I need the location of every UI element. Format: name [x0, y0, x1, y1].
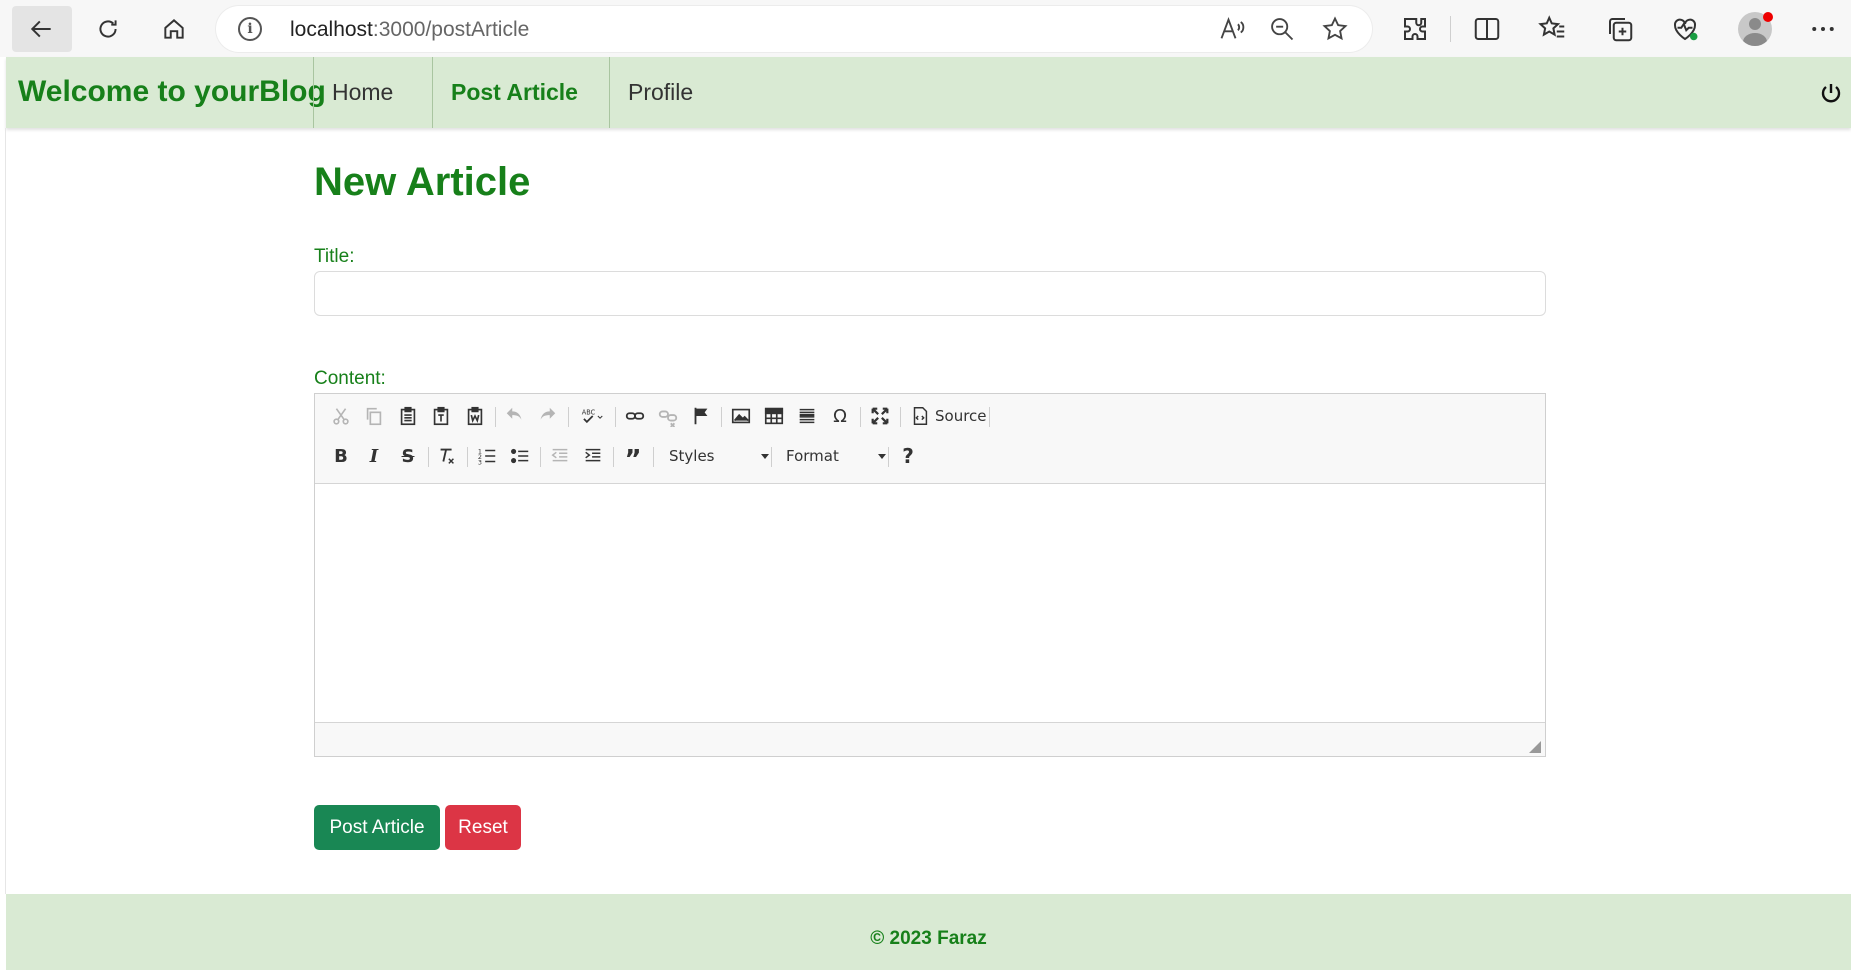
strikethrough-icon[interactable]: S — [395, 443, 421, 469]
bulleted-list-icon[interactable] — [507, 443, 533, 469]
toolbar-separator — [900, 407, 901, 427]
site-navbar: Welcome to yourBlog Home Post Article Pr… — [6, 57, 1851, 128]
reload-icon — [99, 20, 117, 38]
content-label: Content: — [314, 368, 386, 389]
notification-dot — [1763, 12, 1773, 22]
toolbar-separator — [615, 407, 616, 427]
home-button[interactable] — [144, 6, 204, 52]
decrease-indent-icon[interactable] — [547, 443, 573, 469]
horizontal-line-icon[interactable] — [794, 403, 820, 429]
nav-home[interactable]: Home — [313, 57, 433, 128]
toolbar-separator — [989, 407, 990, 427]
toolbar-separator — [771, 447, 772, 467]
chevron-down-icon — [761, 454, 769, 459]
browser-toolbar: i localhost:3000/postArticle — [0, 0, 1851, 57]
toolbar-separator — [653, 447, 654, 467]
toolbar-separator — [860, 407, 861, 427]
back-button[interactable] — [12, 6, 72, 52]
toolbar-separator — [888, 447, 889, 467]
zoom-out-icon[interactable] — [1268, 15, 1296, 43]
cut-icon[interactable] — [328, 403, 354, 429]
maximize-icon[interactable] — [867, 403, 893, 429]
undo-icon[interactable] — [502, 403, 528, 429]
address-bar[interactable]: i localhost:3000/postArticle — [216, 6, 1372, 52]
page-edge — [5, 128, 6, 894]
paste-word-icon[interactable] — [462, 403, 488, 429]
toolbar-separator — [467, 447, 468, 467]
increase-indent-icon[interactable] — [580, 443, 606, 469]
unlink-icon[interactable] — [655, 403, 681, 429]
extensions-icon[interactable] — [1400, 14, 1430, 44]
read-aloud-icon[interactable] — [1218, 15, 1246, 43]
toolbar-separator — [721, 407, 722, 427]
favorites-icon[interactable] — [1538, 14, 1568, 44]
redo-icon[interactable] — [534, 403, 560, 429]
paste-text-icon[interactable] — [428, 403, 454, 429]
site-footer: © 2023 Faraz — [6, 894, 1851, 970]
table-icon[interactable] — [761, 403, 787, 429]
site-brand[interactable]: Welcome to yourBlog — [18, 75, 326, 109]
toolbar-separator — [495, 407, 496, 427]
styles-label: Styles — [669, 447, 715, 465]
site-info-icon[interactable]: i — [238, 17, 262, 41]
browser-essentials-icon[interactable] — [1670, 14, 1700, 44]
nav-profile[interactable]: Profile — [609, 57, 759, 128]
svg-text:ABC: ABC — [582, 409, 596, 417]
help-icon[interactable]: ? — [895, 443, 921, 469]
nav-post-article[interactable]: Post Article — [432, 57, 610, 128]
favorite-star-icon[interactable] — [1321, 15, 1349, 43]
chevron-down-icon — [878, 454, 886, 459]
editor-toolbar-row-2: B I S 123 ” Styles Format ? — [315, 437, 1545, 475]
blockquote-icon[interactable]: ” — [620, 443, 646, 475]
post-article-button[interactable]: Post Article — [314, 805, 440, 850]
toolbar-divider — [1450, 16, 1451, 42]
svg-text:3: 3 — [478, 458, 482, 466]
logout-power-icon[interactable] — [1819, 81, 1843, 105]
italic-icon[interactable]: I — [361, 443, 387, 469]
link-icon[interactable] — [622, 403, 648, 429]
toolbar-separator — [428, 447, 429, 467]
title-label: Title: — [314, 246, 355, 267]
toolbar-separator — [568, 407, 569, 427]
collections-icon[interactable] — [1605, 14, 1635, 44]
source-icon[interactable] — [907, 403, 933, 429]
split-screen-icon[interactable] — [1472, 14, 1502, 44]
more-menu-icon[interactable] — [1808, 14, 1838, 44]
numbered-list-icon[interactable]: 123 — [474, 443, 500, 469]
format-label: Format — [786, 447, 839, 465]
url-text[interactable]: localhost:3000/postArticle — [290, 18, 529, 42]
format-dropdown[interactable]: Format — [786, 443, 886, 469]
title-input[interactable] — [314, 271, 1546, 316]
styles-dropdown[interactable]: Styles — [669, 443, 769, 469]
source-button[interactable]: Source — [935, 403, 987, 429]
reset-button[interactable]: Reset — [445, 805, 521, 850]
toolbar-separator — [540, 447, 541, 467]
reload-button[interactable] — [78, 6, 138, 52]
editor-content-area[interactable] — [315, 483, 1545, 723]
paste-icon[interactable] — [395, 403, 421, 429]
toolbar-separator — [613, 447, 614, 467]
editor-toolbar-row-1: ABC Ω Source — [315, 397, 1545, 433]
spellcheck-icon[interactable]: ABC — [575, 403, 609, 429]
image-icon[interactable] — [728, 403, 754, 429]
arrow-left-icon — [30, 20, 51, 38]
special-char-omega-icon[interactable]: Ω — [827, 403, 853, 429]
remove-format-icon[interactable] — [434, 443, 460, 469]
home-icon — [164, 19, 184, 39]
rich-text-editor: ABC Ω Source B I S 1 2 3 ” Styles Format… — [314, 393, 1546, 757]
copy-icon[interactable] — [361, 403, 387, 429]
bold-icon[interactable]: B — [328, 443, 354, 469]
footer-copyright: © 2023 Faraz — [870, 928, 987, 949]
anchor-flag-icon[interactable] — [688, 403, 714, 429]
resize-grip-icon[interactable] — [1529, 740, 1541, 753]
page-title: New Article — [314, 160, 531, 204]
